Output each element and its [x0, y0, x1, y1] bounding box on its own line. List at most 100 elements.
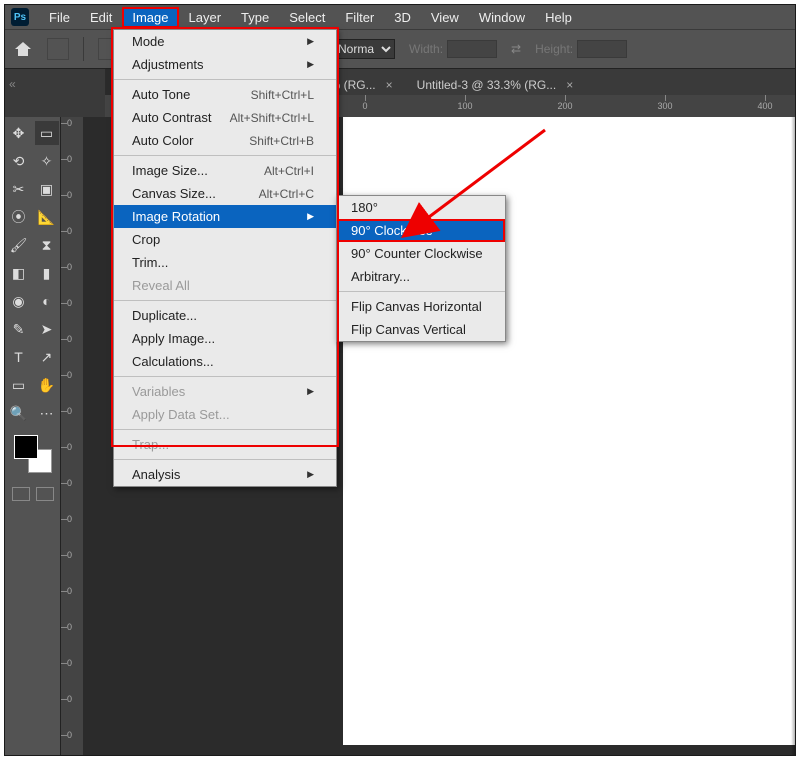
- image-rotation-submenu: 180°90° Clockwise90° Counter ClockwiseAr…: [336, 195, 506, 342]
- menu-item-apply-data-set: Apply Data Set...: [114, 403, 336, 426]
- menu-item-auto-tone[interactable]: Auto Tone Shift+Ctrl+L: [114, 83, 336, 106]
- submenu-item-arbitrary[interactable]: Arbitrary...: [337, 265, 505, 288]
- ruler-label: 0: [67, 154, 72, 164]
- tool-eraser[interactable]: ◧: [7, 261, 31, 285]
- menu-shortcut: Shift+Ctrl+B: [249, 134, 314, 148]
- submenu-item-180[interactable]: 180°: [337, 196, 505, 219]
- menu-item-canvas-size[interactable]: Canvas Size...Alt+Ctrl+C: [114, 182, 336, 205]
- menu-item-label: Canvas Size...: [132, 186, 216, 201]
- menu-item-mode[interactable]: Mode: [114, 30, 336, 53]
- menu-item-label: Image Rotation: [132, 209, 220, 224]
- tool-eyedrop[interactable]: ⦿: [7, 205, 31, 229]
- tool-hand[interactable]: ✋: [35, 373, 59, 397]
- tool-zoom[interactable]: 🔍: [7, 401, 31, 425]
- separator: [83, 37, 84, 61]
- menu-item-label: Trap...: [132, 437, 169, 452]
- image-menu-dropdown: ModeAdjustmentsAuto ToneShift+Ctrl+LAuto…: [113, 29, 337, 487]
- menu-item-calculations[interactable]: Calculations...: [114, 350, 336, 373]
- screenmode-icon[interactable]: [36, 487, 54, 501]
- menu-item-image-size[interactable]: Image Size... Alt+Ctrl+I: [114, 159, 336, 182]
- style-select[interactable]: Normal: [329, 39, 395, 59]
- menu-filter[interactable]: Filter: [335, 7, 384, 28]
- width-label: Width:: [409, 42, 443, 56]
- menu-item-auto-color[interactable]: Auto Color Shift+Ctrl+B: [114, 129, 336, 152]
- menu-item-label: Reveal All: [132, 278, 190, 293]
- menu-item-label: Duplicate...: [132, 308, 197, 323]
- color-swatch[interactable]: [14, 435, 52, 473]
- menu-item-analysis[interactable]: Analysis: [114, 463, 336, 486]
- tools-panel: ✥▭⟲✧✂▣⦿📐🖌⧗◧▮◉◐✎➤T↗▭✋🔍⋯: [5, 117, 61, 755]
- menu-3d[interactable]: 3D: [384, 7, 421, 28]
- submenu-item-flip-canvas-vertical[interactable]: Flip Canvas Vertical: [337, 318, 505, 341]
- ruler-label: 0: [67, 370, 72, 380]
- menu-view[interactable]: View: [421, 7, 469, 28]
- tool-crop[interactable]: ✂: [7, 177, 31, 201]
- home-icon[interactable]: [13, 40, 33, 58]
- tool-dodge[interactable]: ◐: [35, 289, 59, 313]
- menu-select[interactable]: Select: [279, 7, 335, 28]
- menu-item-auto-contrast[interactable]: Auto ContrastAlt+Shift+Ctrl+L: [114, 106, 336, 129]
- tool-ruler[interactable]: 📐: [35, 205, 59, 229]
- submenu-item-90-counter-clockwise[interactable]: 90° Counter Clockwise: [337, 242, 505, 265]
- ruler-label: 0: [67, 190, 72, 200]
- menu-item-crop[interactable]: Crop: [114, 228, 336, 251]
- menu-file[interactable]: File: [39, 7, 80, 28]
- tool-more[interactable]: ⋯: [35, 401, 59, 425]
- menu-shortcut: Alt+Shift+Ctrl+L: [230, 111, 314, 125]
- menu-type[interactable]: Type: [231, 7, 279, 28]
- tool-lasso[interactable]: ⟲: [7, 149, 31, 173]
- submenu-item-90-clockwise[interactable]: 90° Clockwise: [337, 219, 505, 242]
- tool-type[interactable]: T: [7, 345, 31, 369]
- menu-item-apply-image[interactable]: Apply Image...: [114, 327, 336, 350]
- ruler-label: 0: [67, 658, 72, 668]
- menu-item-label: Apply Image...: [132, 331, 215, 346]
- swap-dimensions-icon[interactable]: ⇄: [511, 42, 521, 56]
- tool-marquee[interactable]: ▭: [35, 121, 59, 145]
- width-input[interactable]: [447, 40, 497, 58]
- tab-overflow-left-icon[interactable]: «: [9, 77, 16, 91]
- menu-shortcut: Shift+Ctrl+L: [251, 88, 314, 102]
- foreground-color-icon[interactable]: [14, 435, 38, 459]
- tool-stamp[interactable]: ⧗: [35, 233, 59, 257]
- menu-layer[interactable]: Layer: [179, 7, 232, 28]
- menu-item-label: Auto Tone: [132, 87, 190, 102]
- menu-shortcut: Alt+Ctrl+I: [264, 164, 314, 178]
- menu-item-trim[interactable]: Trim...: [114, 251, 336, 274]
- tool-pen[interactable]: ✎: [7, 317, 31, 341]
- marquee-preset-icon[interactable]: [47, 38, 69, 60]
- tool-brush[interactable]: 🖌: [7, 233, 31, 257]
- menu-item-label: Apply Data Set...: [132, 407, 230, 422]
- document-tab[interactable]: Untitled-3 @ 33.3% (RG... ×: [405, 69, 586, 95]
- submenu-item-flip-canvas-horizontal[interactable]: Flip Canvas Horizontal: [337, 295, 505, 318]
- ruler-label: 0: [67, 550, 72, 560]
- tool-wand[interactable]: ✧: [35, 149, 59, 173]
- quickmask-icon[interactable]: [12, 487, 30, 501]
- menu-help[interactable]: Help: [535, 7, 582, 28]
- menu-item-image-rotation[interactable]: Image Rotation: [114, 205, 336, 228]
- ruler-label: 0: [67, 694, 72, 704]
- height-input[interactable]: [577, 40, 627, 58]
- close-tab-icon[interactable]: ×: [566, 78, 573, 92]
- menu-item-adjustments[interactable]: Adjustments: [114, 53, 336, 76]
- menu-item-label: Mode: [132, 34, 165, 49]
- menu-item-label: Auto Color: [132, 133, 193, 148]
- tool-bucket[interactable]: ▮: [35, 261, 59, 285]
- menu-window[interactable]: Window: [469, 7, 535, 28]
- tool-move[interactable]: ✥: [7, 121, 31, 145]
- tab-label: Untitled-3 @ 33.3% (RG...: [417, 78, 557, 92]
- tool-path[interactable]: ↗: [35, 345, 59, 369]
- tool-blur[interactable]: ◉: [7, 289, 31, 313]
- tool-rect[interactable]: ▭: [7, 373, 31, 397]
- close-tab-icon[interactable]: ×: [386, 78, 393, 92]
- menu-image[interactable]: Image: [122, 7, 178, 28]
- ruler-label: 0: [67, 442, 72, 452]
- menu-item-trap: Trap...: [114, 433, 336, 456]
- ruler-label: 0: [67, 334, 72, 344]
- menu-edit[interactable]: Edit: [80, 7, 122, 28]
- menu-item-label: Image Size...: [132, 163, 208, 178]
- menu-item-duplicate[interactable]: Duplicate...: [114, 304, 336, 327]
- height-label: Height:: [535, 42, 573, 56]
- tool-arrow[interactable]: ➤: [35, 317, 59, 341]
- tool-frame[interactable]: ▣: [35, 177, 59, 201]
- menu-item-label: Crop: [132, 232, 160, 247]
